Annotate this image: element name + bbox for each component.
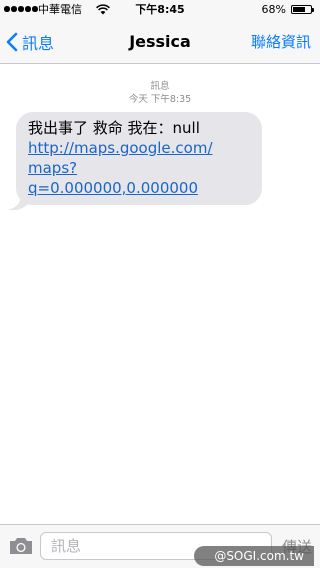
navigation-bar: 訊息 Jessica 聯絡資訊: [0, 20, 320, 64]
message-link-line[interactable]: http://maps.google.com/: [28, 138, 252, 158]
message-text: 我出事了 救命 我在：null: [28, 119, 200, 137]
battery-percent: 68%: [261, 3, 286, 16]
contact-info-button[interactable]: 聯絡資訊: [251, 20, 311, 64]
status-bar: 中華電信 下午8:45 68%: [0, 0, 320, 20]
battery-level-fill: [293, 7, 305, 12]
message-link-line[interactable]: maps?: [28, 158, 252, 178]
watermark: @SOGI.com.tw: [194, 546, 314, 566]
camera-icon[interactable]: [8, 536, 34, 556]
message-timestamp: 今天 下午8:35: [128, 94, 192, 105]
battery-icon: [291, 5, 314, 14]
back-button-label: 訊息: [22, 34, 55, 53]
message-link-line[interactable]: q=0.000000,0.000000: [28, 178, 252, 198]
back-button[interactable]: 訊息: [6, 20, 54, 64]
chevron-left-icon: [6, 32, 18, 52]
service-label: 訊息: [150, 81, 170, 92]
messages-screen: 中華電信 下午8:45 68% 訊息 Jessica 聯絡資訊 訊息 今天 下午…: [0, 0, 320, 568]
received-message-bubble[interactable]: 我出事了 救命 我在：null http://maps.google.com/ …: [16, 112, 262, 205]
conversation-area[interactable]: 訊息 今天 下午8:35 我出事了 救命 我在：null http://maps…: [0, 64, 320, 524]
